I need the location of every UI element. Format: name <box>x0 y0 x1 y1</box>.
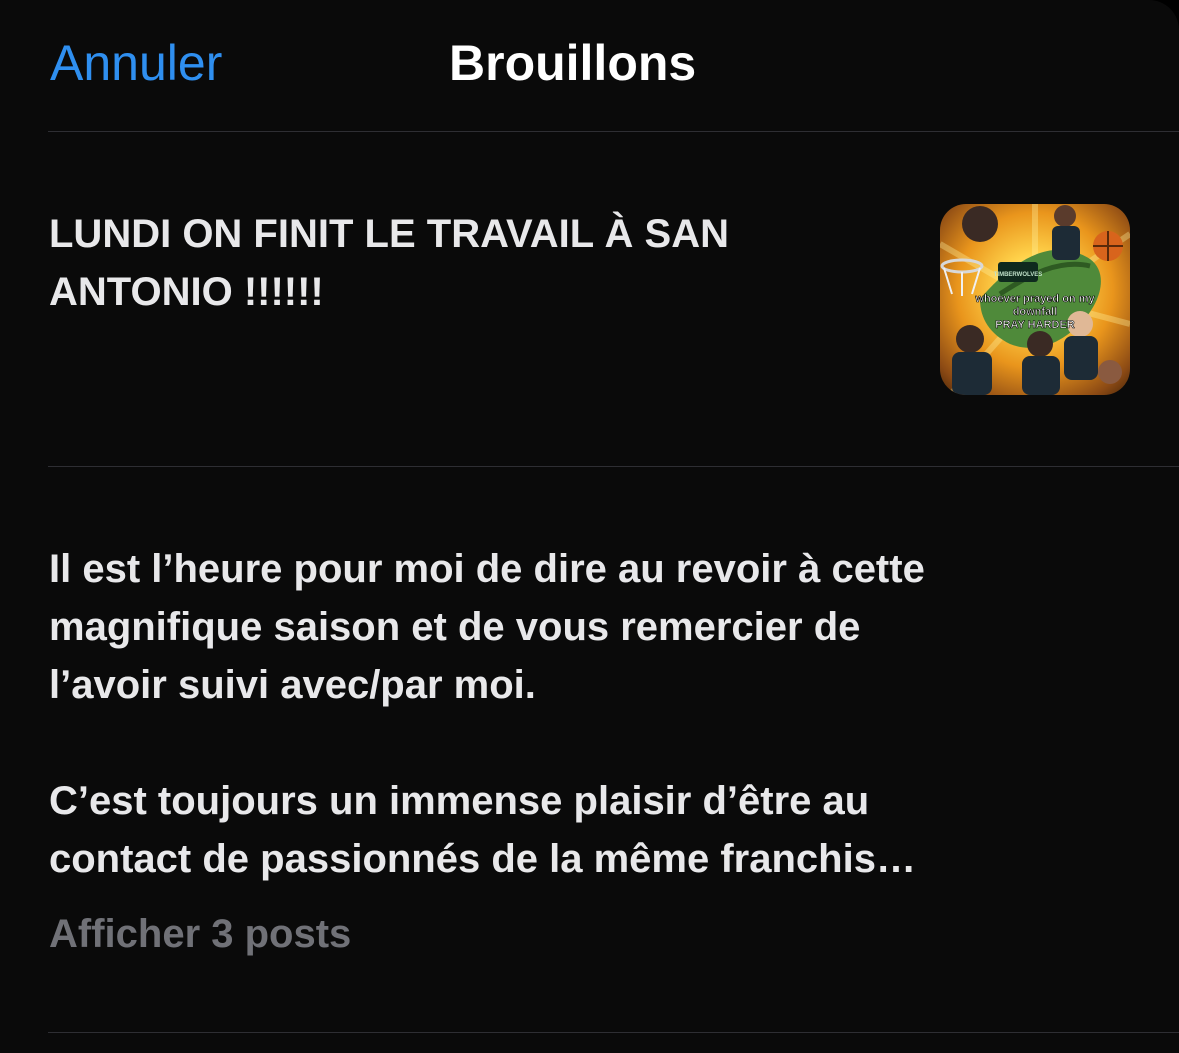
draft-divider <box>48 1032 1179 1033</box>
header: Annuler Brouillons <box>0 0 1179 132</box>
thumbnail-caption-line1: whoever prayed on my <box>974 293 1095 305</box>
thumbnail-logo-text: TIMBERWOLVES <box>994 272 1042 278</box>
thumbnail-caption-line2: downfall <box>1013 306 1058 318</box>
header-divider <box>48 131 1179 132</box>
drafts-screen: Annuler Brouillons LUNDI ON FINIT LE TRA… <box>0 0 1179 1053</box>
page-title: Brouillons <box>449 35 697 91</box>
draft-thumbnail-image: TIMBERWOLVES whoever prayed on my downfa… <box>940 204 1130 395</box>
show-posts-link[interactable]: Afficher 3 posts <box>49 912 351 957</box>
thumbnail-caption-line3: PRAY HARDER <box>995 319 1075 331</box>
draft-text: Il est l’heure pour moi de dire au revoi… <box>49 547 925 881</box>
cancel-button[interactable]: Annuler <box>50 34 222 92</box>
draft-text: LUNDI ON FINIT LE TRAVAIL À SAN ANTONIO … <box>49 212 729 314</box>
